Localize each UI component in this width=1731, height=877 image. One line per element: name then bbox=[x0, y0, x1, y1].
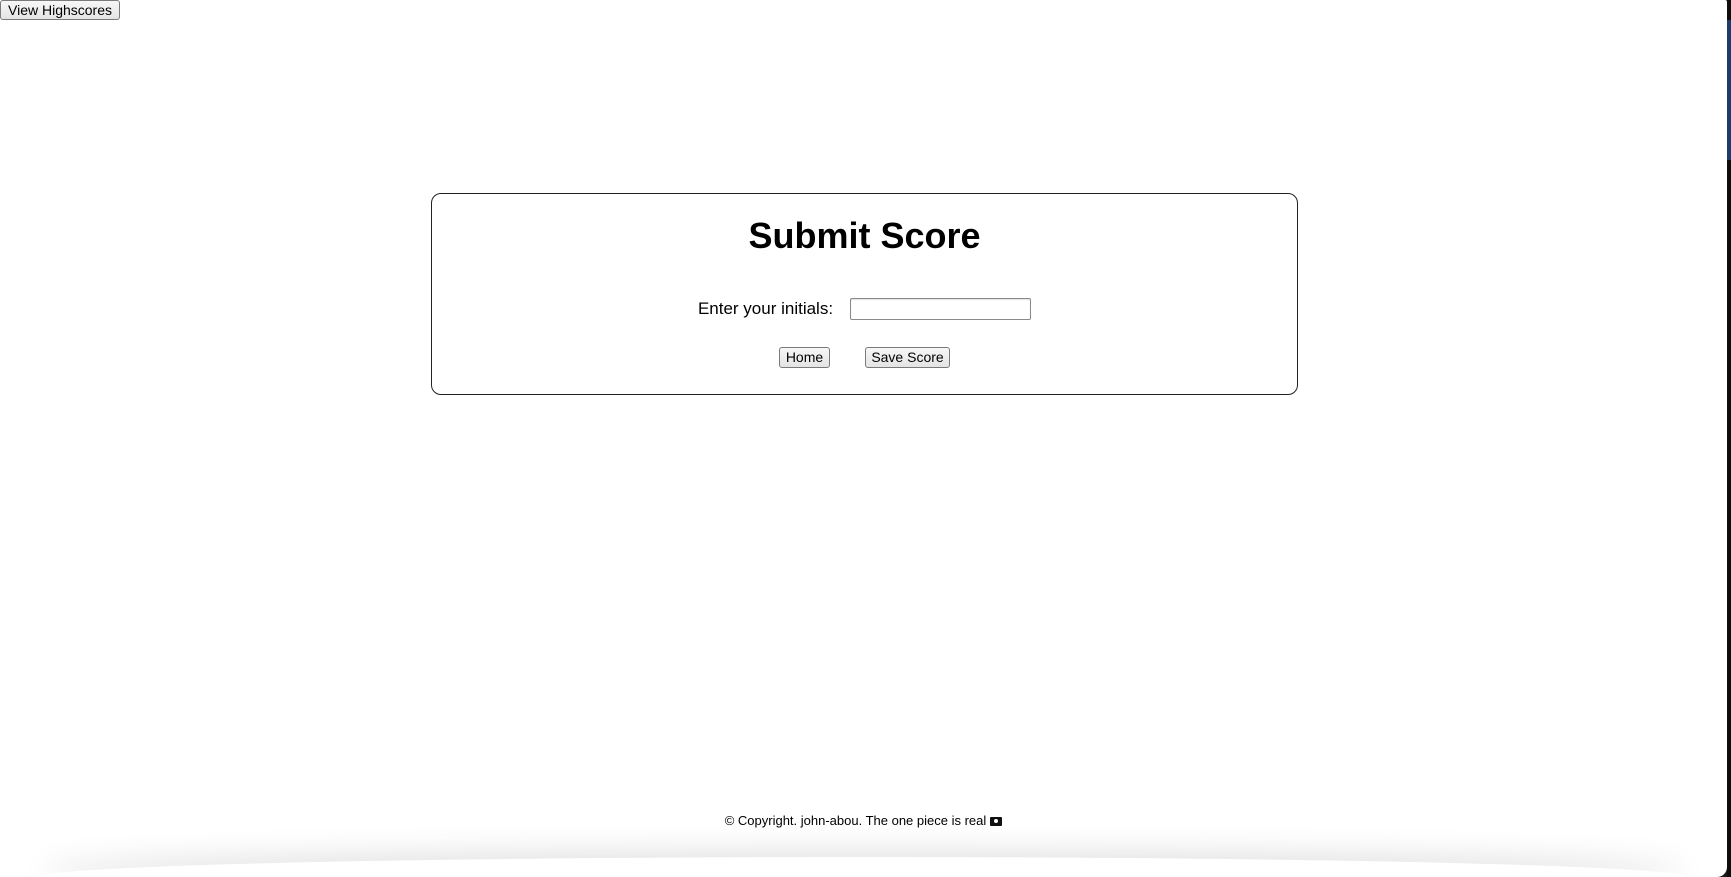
initials-row: Enter your initials: bbox=[432, 298, 1297, 320]
page-title: Submit Score bbox=[748, 215, 981, 256]
browser-viewport: View Highscores Submit Score Enter your … bbox=[0, 0, 1727, 877]
initials-label: Enter your initials: bbox=[697, 299, 834, 318]
pirate-flag-icon bbox=[990, 817, 1003, 826]
save-score-button[interactable]: Save Score bbox=[865, 347, 950, 368]
home-button[interactable]: Home bbox=[779, 347, 830, 368]
copyright-text: © Copyright. john-abou. The one piece is… bbox=[724, 813, 987, 828]
page-footer: © Copyright. john-abou. The one piece is… bbox=[0, 812, 1727, 830]
initials-input[interactable] bbox=[850, 298, 1032, 320]
submit-score-card: Submit Score Enter your initials: Home S… bbox=[431, 193, 1298, 395]
view-highscores-button[interactable]: View Highscores bbox=[0, 0, 121, 20]
window-edge-accent bbox=[1727, 20, 1731, 160]
bottom-shadow bbox=[40, 857, 1687, 877]
card-actions: Home Save Score bbox=[432, 347, 1297, 368]
